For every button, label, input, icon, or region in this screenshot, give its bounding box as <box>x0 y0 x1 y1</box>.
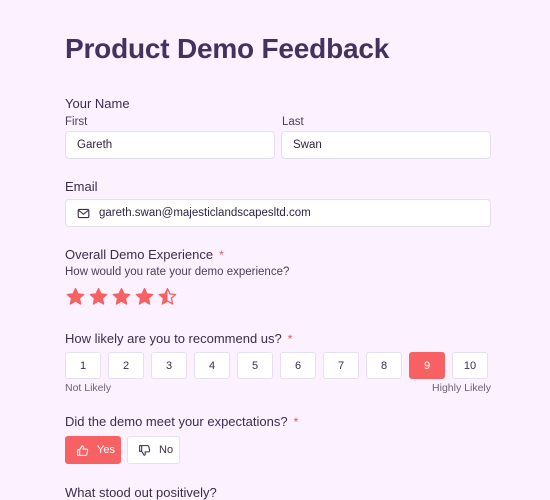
star-full-icon[interactable] <box>112 287 131 306</box>
expectations-label-text: Did the demo meet your expectations? <box>65 414 288 429</box>
required-mark: * <box>293 415 299 429</box>
scale-option-3[interactable]: 3 <box>151 352 187 379</box>
star-rating[interactable] <box>66 287 177 306</box>
scale-high-label: Highly Likely <box>432 382 491 394</box>
experience-question: How would you rate your demo experience? <box>65 266 290 278</box>
mail-icon <box>77 206 91 220</box>
no-label: No <box>159 444 174 456</box>
experience-label-text: Overall Demo Experience <box>65 247 214 262</box>
required-mark: * <box>287 332 293 346</box>
scale-option-10[interactable]: 10 <box>452 352 488 379</box>
star-full-icon[interactable] <box>66 287 85 306</box>
scale-low-label: Not Likely <box>65 382 112 394</box>
recommend-label-text: How likely are you to recommend us? <box>65 331 282 346</box>
last-name-value: Swan <box>293 139 322 151</box>
last-name-label: Last <box>282 116 304 128</box>
scale-option-2[interactable]: 2 <box>108 352 144 379</box>
first-name-field[interactable]: Gareth <box>65 131 275 159</box>
scale-option-4[interactable]: 4 <box>194 352 230 379</box>
star-full-icon[interactable] <box>89 287 108 306</box>
thumbs-up-icon <box>76 444 89 457</box>
scale-option-8[interactable]: 8 <box>366 352 402 379</box>
experience-label: Overall Demo Experience * <box>65 247 224 262</box>
scale-option-7[interactable]: 7 <box>323 352 359 379</box>
positives-label: What stood out positively? <box>65 485 217 500</box>
page-title: Product Demo Feedback <box>65 33 390 64</box>
scale-option-5[interactable]: 5 <box>237 352 273 379</box>
recommend-label: How likely are you to recommend us? * <box>65 331 292 346</box>
scale-option-1[interactable]: 1 <box>65 352 101 379</box>
email-field[interactable]: gareth.swan@majesticlandscapesltd.com <box>65 199 491 227</box>
first-name-label: First <box>65 116 88 128</box>
email-value: gareth.swan@majesticlandscapesltd.com <box>99 207 311 219</box>
first-name-value: Gareth <box>77 139 113 151</box>
yes-label: Yes <box>97 444 115 456</box>
star-full-icon[interactable] <box>135 287 154 306</box>
scale-option-9[interactable]: 9 <box>409 352 445 379</box>
expectations-label: Did the demo meet your expectations? * <box>65 414 298 429</box>
expectations-options: Yes No <box>65 436 180 464</box>
last-name-field[interactable]: Swan <box>281 131 491 159</box>
name-label: Your Name <box>65 96 130 111</box>
thumbs-down-icon <box>138 444 151 457</box>
recommend-scale: 1 2 3 4 5 6 7 8 9 10 <box>65 352 488 379</box>
star-half-icon[interactable] <box>158 287 177 306</box>
no-button[interactable]: No <box>127 436 180 464</box>
feedback-form: Product Demo Feedback Your Name First La… <box>0 0 550 500</box>
scale-option-6[interactable]: 6 <box>280 352 316 379</box>
yes-button[interactable]: Yes <box>65 436 121 464</box>
required-mark: * <box>219 248 224 262</box>
email-label: Email <box>65 179 98 194</box>
